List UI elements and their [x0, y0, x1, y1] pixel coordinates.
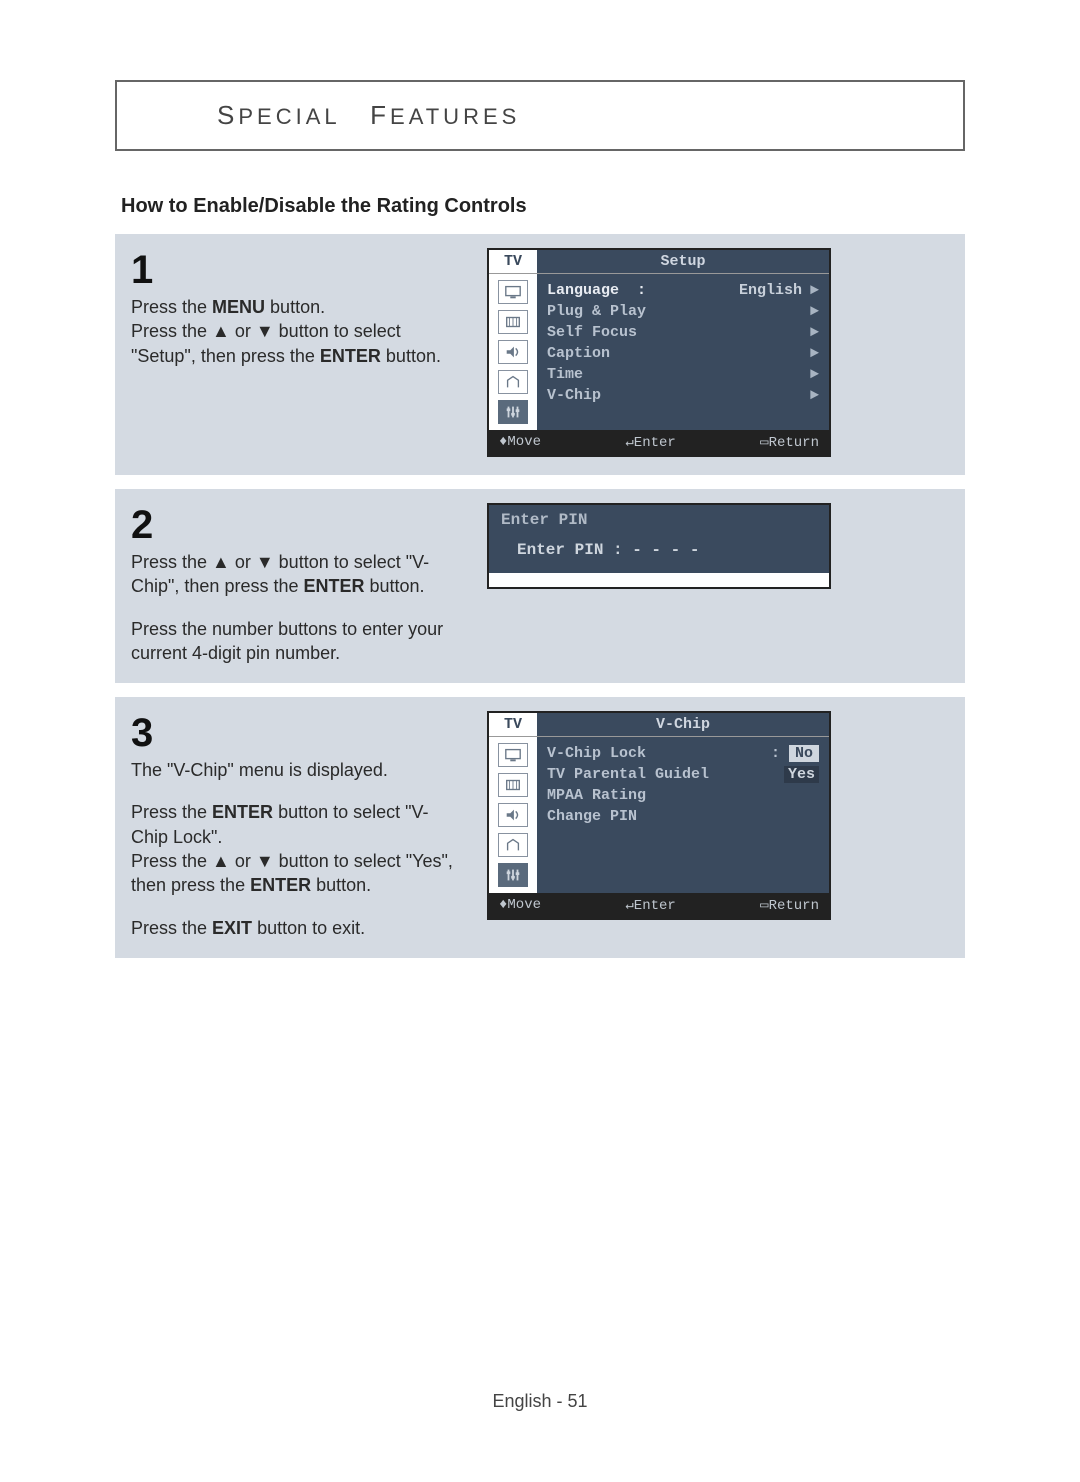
- setup-icon: [498, 863, 528, 887]
- t: Press the: [131, 918, 212, 938]
- t: The "V-Chip" menu is displayed.: [131, 760, 388, 780]
- t: MENU: [212, 297, 265, 317]
- chapter-word1-rest: PECIAL: [238, 104, 339, 129]
- chapter-header: SPECIAL FEATURES: [115, 80, 965, 151]
- step-number: 3: [131, 711, 461, 756]
- osd-title-text: Setup: [537, 250, 829, 273]
- t: ►: [810, 282, 819, 299]
- t: Time: [547, 366, 583, 383]
- t: Language :: [547, 282, 646, 299]
- menu-row-change-pin[interactable]: Change PIN: [547, 806, 819, 827]
- t: Caption: [547, 345, 610, 362]
- t: button to exit.: [252, 918, 365, 938]
- t: button.: [365, 576, 425, 596]
- menu-row-language[interactable]: Language : English ►: [547, 280, 819, 301]
- step-number: 2: [131, 503, 461, 548]
- menu-row-vchip-lock[interactable]: V-Chip Lock: No: [547, 743, 819, 764]
- osd-tv-label: TV: [489, 713, 537, 736]
- t: MPAA Rating: [547, 787, 646, 804]
- t: ENTER: [212, 802, 273, 822]
- menu-row-mpaa[interactable]: MPAA Rating: [547, 785, 819, 806]
- chapter-word2-cap: F: [370, 100, 390, 130]
- t: button.: [311, 875, 371, 895]
- menu-row-time[interactable]: Time ►: [547, 364, 819, 385]
- hint-return: ▭Return: [760, 897, 819, 914]
- chapter-word2-rest: EATURES: [390, 104, 520, 129]
- t: ►: [810, 345, 819, 362]
- osd-footer: ♦Move ↵Enter ▭Return: [489, 430, 829, 455]
- osd-title-text: V-Chip: [537, 713, 829, 736]
- osd-vchip-menu: TV V-Chip V-Chip Lock: No TV Parental Gu…: [487, 711, 831, 920]
- hint-enter: ↵Enter: [625, 897, 675, 914]
- t: Press the: [131, 802, 212, 822]
- channel-icon: [498, 833, 528, 857]
- t: V-Chip Lock: [547, 745, 646, 762]
- osd-tv-label: TV: [489, 250, 537, 273]
- hint-move: ♦Move: [499, 897, 541, 914]
- osd-menu-rows: V-Chip Lock: No TV Parental Guidel Yes MP…: [537, 737, 829, 893]
- osd-category-icons: [489, 737, 537, 893]
- step-1: 1 Press the MENU button. Press the ▲ or …: [115, 234, 965, 475]
- osd-setup-menu: TV Setup Language : English ► Plug & Play ►: [487, 248, 831, 457]
- section-title: How to Enable/Disable the Rating Control…: [121, 195, 965, 218]
- input-icon: [498, 310, 528, 334]
- menu-row-vchip[interactable]: V-Chip ►: [547, 385, 819, 406]
- t: :: [771, 745, 780, 762]
- picture-icon: [498, 280, 528, 304]
- hint-return: ▭Return: [760, 434, 819, 451]
- osd-category-icons: [489, 274, 537, 430]
- t: Plug & Play: [547, 303, 646, 320]
- page-footer: English - 51: [0, 1391, 1080, 1412]
- t: Self Focus: [547, 324, 637, 341]
- t: ►: [810, 324, 819, 341]
- t: ENTER: [250, 875, 311, 895]
- t: TV Parental Guidel: [547, 766, 709, 783]
- pin-title: Enter PIN: [489, 505, 829, 535]
- t: button.: [265, 297, 325, 317]
- sound-icon: [498, 340, 528, 364]
- t: ►: [810, 387, 819, 404]
- hint-enter: ↵Enter: [625, 434, 675, 451]
- chapter-title: SPECIAL FEATURES: [217, 104, 520, 129]
- step-2-text: Press the ▲ or ▼ button to select "V-Chi…: [131, 550, 461, 665]
- step-2: 2 Press the ▲ or ▼ button to select "V-C…: [115, 489, 965, 683]
- t: ENTER: [304, 576, 365, 596]
- t: No: [789, 745, 819, 762]
- t: Press the: [131, 297, 212, 317]
- picture-icon: [498, 743, 528, 767]
- t: English: [739, 282, 802, 299]
- t: ►: [810, 303, 819, 320]
- menu-row-plug-play[interactable]: Plug & Play ►: [547, 301, 819, 322]
- hint-move: ♦Move: [499, 434, 541, 451]
- t: Change PIN: [547, 808, 637, 825]
- t: Yes: [784, 766, 819, 783]
- step-number: 1: [131, 248, 461, 293]
- t: Press the number buttons to enter your c…: [131, 619, 443, 663]
- t: ENTER: [320, 346, 381, 366]
- step-3-text: The "V-Chip" menu is displayed. Press th…: [131, 758, 461, 940]
- menu-row-self-focus[interactable]: Self Focus ►: [547, 322, 819, 343]
- t: ►: [810, 366, 819, 383]
- t: V-Chip: [547, 387, 601, 404]
- pin-field[interactable]: Enter PIN : - - - -: [489, 535, 829, 573]
- osd-enter-pin: Enter PIN Enter PIN : - - - -: [487, 503, 831, 589]
- t: EXIT: [212, 918, 252, 938]
- input-icon: [498, 773, 528, 797]
- t: button.: [381, 346, 441, 366]
- chapter-word1-cap: S: [217, 100, 238, 130]
- menu-row-parental[interactable]: TV Parental Guidel Yes: [547, 764, 819, 785]
- sound-icon: [498, 803, 528, 827]
- osd-menu-rows: Language : English ► Plug & Play ► Self Foc…: [537, 274, 829, 430]
- channel-icon: [498, 370, 528, 394]
- setup-icon: [498, 400, 528, 424]
- osd-footer: ♦Move ↵Enter ▭Return: [489, 893, 829, 918]
- step-3: 3 The "V-Chip" menu is displayed. Press …: [115, 697, 965, 958]
- menu-row-caption[interactable]: Caption ►: [547, 343, 819, 364]
- step-1-text: Press the MENU button. Press the ▲ or ▼ …: [131, 295, 461, 368]
